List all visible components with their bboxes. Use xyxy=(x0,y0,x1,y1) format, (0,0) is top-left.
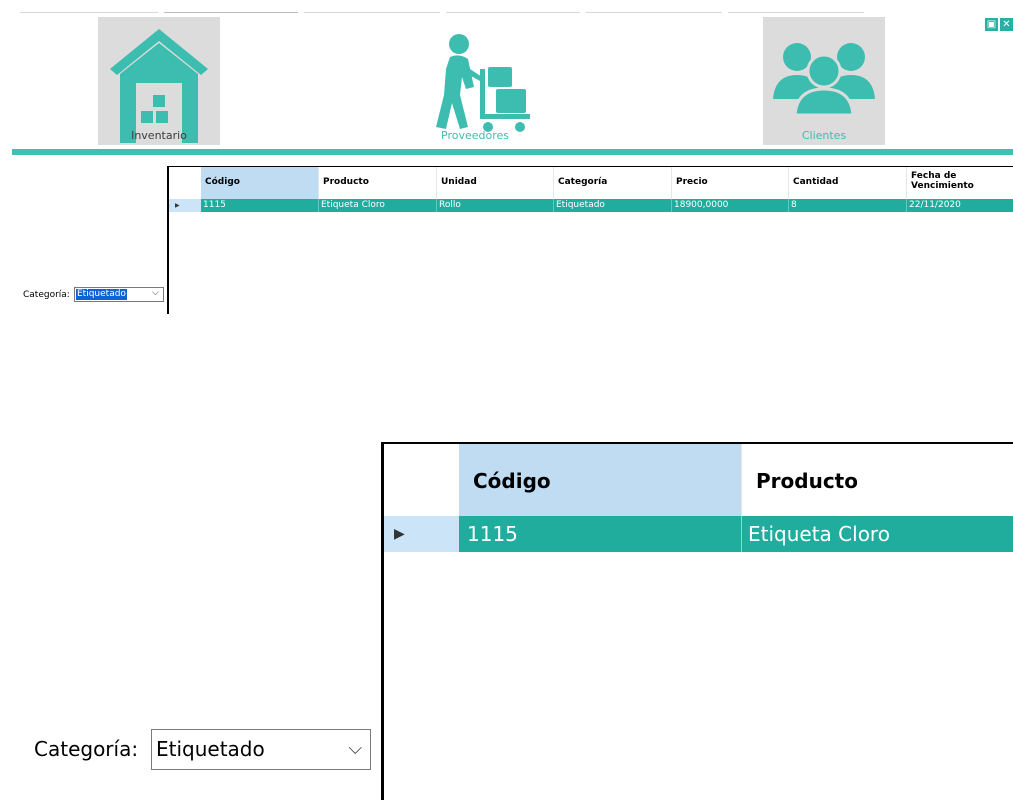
cell-producto[interactable]: Etiqueta Cloro xyxy=(319,199,437,212)
category-combobox[interactable]: Etiquetado ⌵ xyxy=(74,287,164,302)
cell-precio[interactable]: 18900,0000 xyxy=(672,199,789,212)
column-header-unidad[interactable]: Unidad xyxy=(437,167,554,199)
cell-categoria[interactable]: Etiquetado xyxy=(554,199,672,212)
tab[interactable] xyxy=(446,0,580,13)
column-header-producto[interactable]: Producto xyxy=(319,167,437,199)
delivery-worker-icon xyxy=(436,34,530,132)
cell-fecha-vencimiento[interactable]: 22/11/2020 xyxy=(907,199,1013,212)
row-indicator-icon: ▶ xyxy=(175,202,180,209)
nav-inventario-button[interactable]: Inventario xyxy=(98,17,220,145)
products-grid-zoomed[interactable]: Código Producto ▶ 1115 Etiqueta Cloro xyxy=(381,442,1013,800)
cell-cantidad[interactable]: 8 xyxy=(789,199,907,212)
column-header-fecha-vencimiento[interactable]: Fecha de Vencimiento xyxy=(907,167,1013,199)
category-label-zoomed: Categoría: xyxy=(34,737,139,761)
tab[interactable] xyxy=(728,0,864,13)
cell-producto[interactable]: Etiqueta Cloro xyxy=(742,516,1013,552)
tab[interactable] xyxy=(304,0,440,13)
chevron-down-icon: ⌵ xyxy=(152,288,159,298)
tab[interactable] xyxy=(164,0,298,13)
users-group-icon xyxy=(773,43,875,117)
products-grid[interactable]: Código Producto Unidad Categoría Precio … xyxy=(167,166,1013,314)
column-header-codigo[interactable]: Código xyxy=(201,167,319,199)
nav-proveedores-button[interactable]: Proveedores xyxy=(414,17,536,145)
column-header-cantidad[interactable]: Cantidad xyxy=(789,167,907,199)
row-indicator-icon: ▶ xyxy=(394,526,405,542)
close-icon[interactable]: ✕ xyxy=(1000,18,1013,31)
restore-icon[interactable]: ▣ xyxy=(985,18,998,31)
nav-inventario-label: Inventario xyxy=(131,129,187,142)
cell-unidad[interactable]: Rollo xyxy=(437,199,554,212)
tab[interactable] xyxy=(586,0,722,13)
column-header-producto[interactable]: Producto xyxy=(742,444,1013,516)
category-label: Categoría: xyxy=(23,290,70,300)
warehouse-icon xyxy=(110,29,208,143)
column-header-precio[interactable]: Precio xyxy=(672,167,789,199)
row-header[interactable]: ▶ xyxy=(169,199,201,212)
cell-codigo[interactable]: 1115 xyxy=(201,199,319,212)
nav-proveedores-label: Proveedores xyxy=(441,129,509,142)
nav-clientes-button[interactable]: Clientes xyxy=(763,17,885,145)
top-tab-strip xyxy=(0,0,1013,13)
category-combobox-zoomed[interactable]: Etiquetado ⌵ xyxy=(151,729,371,770)
column-header-codigo[interactable]: Código xyxy=(459,444,742,516)
category-selected-value: Etiquetado xyxy=(76,289,127,300)
column-header-categoria[interactable]: Categoría xyxy=(554,167,672,199)
category-selected-value-zoomed: Etiquetado xyxy=(156,737,265,761)
row-header[interactable]: ▶ xyxy=(384,516,459,552)
chevron-down-icon: ⌵ xyxy=(348,738,362,759)
header-divider xyxy=(12,149,1013,155)
tab[interactable] xyxy=(20,0,158,13)
nav-clientes-label: Clientes xyxy=(801,129,847,142)
window-controls: ▣ ✕ xyxy=(985,18,1013,32)
cell-codigo[interactable]: 1115 xyxy=(459,516,742,552)
